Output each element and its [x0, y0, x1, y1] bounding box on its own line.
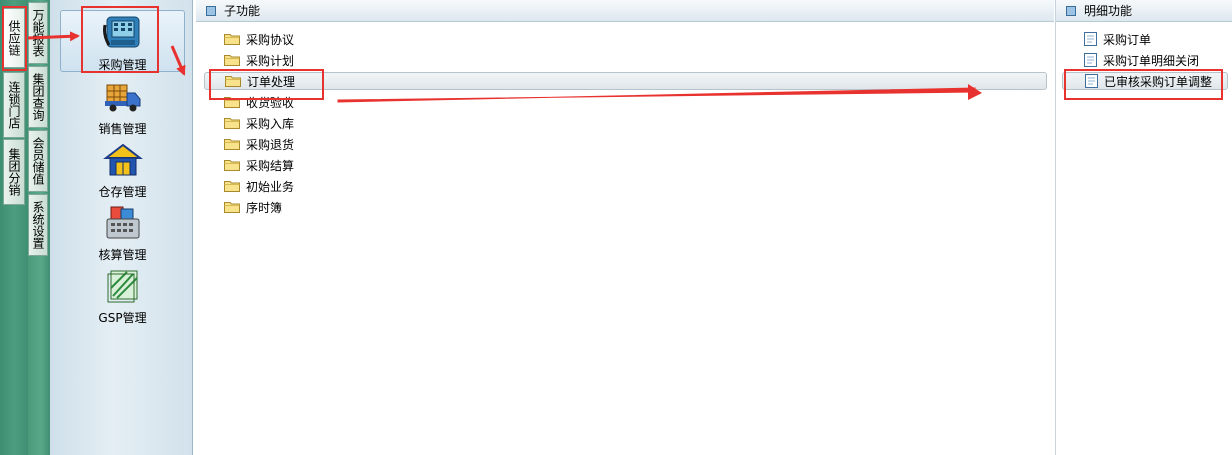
folder-icon	[224, 97, 240, 108]
tree-item-label: 订单处理	[247, 74, 296, 89]
folder-icon	[224, 118, 240, 129]
warehouse-house-icon	[102, 143, 143, 176]
detail-item[interactable]: 采购订单	[1084, 30, 1151, 48]
detail-item[interactable]: 已审核采购订单调整	[1062, 72, 1228, 90]
folder-icon	[224, 160, 240, 171]
tab-chain-store[interactable]: 连锁门店	[3, 72, 25, 138]
document-icon	[1085, 74, 1098, 88]
tab-group-distribution[interactable]: 集团分销	[3, 139, 25, 205]
folder-icon	[224, 181, 240, 192]
panel-title: 明细功能	[1084, 4, 1133, 18]
folder-icon	[224, 139, 240, 150]
tab-system-settings[interactable]: 系统设置	[28, 194, 48, 256]
detail-item[interactable]: 采购订单明细关闭	[1084, 51, 1199, 69]
tree-item-label: 采购计划	[246, 53, 295, 68]
detail-function-panel: 明细功能 采购订单采购订单明细关闭 已审核采购订单调整	[1055, 0, 1232, 455]
tree-item-label: 初始业务	[246, 179, 295, 194]
tree-item-label: 采购结算	[246, 158, 295, 173]
folder-icon	[224, 55, 240, 66]
tree-item-label: 采购退货	[246, 137, 295, 152]
tab-member-stored-value[interactable]: 会员储值	[28, 130, 48, 192]
tree-item[interactable]: 初始业务	[224, 177, 294, 195]
tree-item-label: 序时簿	[246, 200, 283, 215]
purchase-phone-icon	[102, 16, 139, 48]
module-label: 销售管理	[98, 122, 147, 136]
module-panel: 采购管理 销售管理 仓存管理 核算管理 GSP管理	[50, 0, 193, 455]
document-icon	[1084, 32, 1097, 46]
folder-icon	[224, 202, 240, 213]
tab-universal-report[interactable]: 万能报表	[28, 2, 48, 64]
tree-item[interactable]: 序时簿	[224, 198, 282, 216]
panel-square-icon	[1066, 5, 1076, 16]
tree-item[interactable]: 订单处理	[204, 72, 1047, 90]
sub-function-header: 子功能	[196, 0, 1054, 22]
sales-truck-icon	[104, 84, 140, 112]
tree-item-label: 采购入库	[246, 116, 295, 131]
gsp-document-icon	[107, 270, 138, 303]
tree-item-label: 收货验收	[246, 95, 295, 110]
tree-item[interactable]: 收货验收	[224, 93, 294, 111]
panel-square-icon	[206, 5, 216, 16]
tree-item-label: 采购协议	[246, 32, 295, 47]
tree-item[interactable]: 采购入库	[224, 114, 294, 132]
tree-item[interactable]: 采购协议	[224, 30, 294, 48]
tab-supply-chain[interactable]: 供应链	[3, 8, 25, 68]
module-label: 仓存管理	[98, 185, 147, 199]
sub-function-panel: 子功能 采购协议采购计划订单处理收货验收采购入库采购退货采购结算初始业务序时簿	[196, 0, 1054, 455]
tab-group-query[interactable]: 集团查询	[28, 66, 48, 128]
tree-item[interactable]: 采购退货	[224, 135, 294, 153]
folder-icon	[225, 76, 241, 87]
panel-title: 子功能	[224, 4, 261, 18]
detail-item-label: 已审核采购订单调整	[1104, 74, 1213, 89]
tree-item[interactable]: 采购计划	[224, 51, 294, 69]
module-label: 核算管理	[98, 248, 147, 262]
module-label: GSP管理	[98, 311, 147, 325]
detail-item-label: 采购订单	[1103, 32, 1152, 47]
folder-icon	[224, 34, 240, 45]
accounting-calculator-icon	[106, 206, 139, 239]
document-icon	[1084, 53, 1097, 67]
inner-tab-strip: 万能报表 集团查询 会员储值 系统设置	[28, 0, 50, 455]
module-label: 采购管理	[98, 58, 147, 72]
outer-tab-strip: 供应链 连锁门店 集团分销	[0, 0, 28, 455]
module-gsp[interactable]: GSP管理	[60, 264, 185, 326]
detail-function-header: 明细功能	[1056, 0, 1232, 22]
tree-item[interactable]: 采购结算	[224, 156, 294, 174]
module-purchase[interactable]: 采购管理	[60, 10, 185, 72]
detail-item-label: 采购订单明细关闭	[1103, 53, 1200, 68]
module-accounting[interactable]: 核算管理	[60, 201, 185, 263]
module-warehouse[interactable]: 仓存管理	[60, 138, 185, 200]
module-sales[interactable]: 销售管理	[60, 75, 185, 137]
